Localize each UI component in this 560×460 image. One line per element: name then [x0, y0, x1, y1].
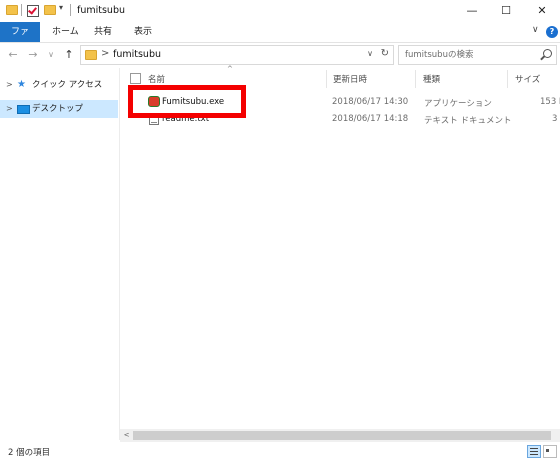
scrollbar-thumb[interactable] — [133, 431, 551, 440]
desktop-icon — [17, 105, 30, 114]
address-dropdown-icon[interactable]: ∨ — [367, 49, 373, 58]
close-button[interactable]: ✕ — [526, 0, 558, 22]
column-divider[interactable] — [415, 70, 416, 88]
help-icon[interactable]: ? — [546, 26, 558, 38]
chevron-right-icon[interactable]: > — [6, 76, 13, 94]
star-icon: ★ — [17, 79, 26, 90]
folder-icon — [6, 5, 18, 15]
properties-icon[interactable] — [27, 5, 39, 17]
item-count: 2 個の項目 — [8, 448, 51, 458]
horizontal-scrollbar[interactable]: < — [120, 429, 560, 442]
chevron-right-icon[interactable]: > — [6, 100, 13, 118]
recent-locations-button[interactable]: ∨ — [44, 46, 58, 64]
maximize-button[interactable]: ☐ — [490, 0, 522, 22]
column-divider[interactable] — [326, 70, 327, 88]
search-input[interactable] — [403, 47, 535, 63]
column-header-name[interactable]: 名前 — [148, 73, 165, 85]
expand-ribbon-chevron-icon[interactable]: ∨ — [532, 25, 539, 35]
status-bar: 2 個の項目 — [0, 442, 560, 460]
search-box[interactable] — [398, 45, 557, 65]
tab-view[interactable]: 表示 — [126, 22, 160, 42]
nav-item-label: クイック アクセス — [32, 80, 103, 90]
minimize-button[interactable]: — — [456, 0, 488, 22]
tab-home[interactable]: ホーム — [44, 22, 87, 42]
details-view-button[interactable] — [527, 445, 541, 458]
nav-item-label: デスクトップ — [32, 104, 84, 114]
nav-item-desktop[interactable]: > デスクトップ — [0, 100, 118, 118]
title-bar: ▾ fumitsubu — ☐ ✕ — [0, 0, 560, 22]
file-size: 153 K — [540, 97, 560, 107]
file-size: 3 K — [552, 114, 560, 124]
details-view-icon — [530, 448, 538, 449]
large-icons-view-button[interactable] — [543, 445, 557, 458]
address-bar[interactable]: > fumitsubu ∨ ↻ — [80, 45, 394, 65]
nav-item-quick-access[interactable]: > ★ クイック アクセス — [0, 76, 118, 94]
ribbon-tabs: ファイル ホーム 共有 表示 ∨ ? — [0, 22, 560, 57]
address-row: ← → ∨ ↑ > fumitsubu ∨ ↻ — [0, 43, 560, 67]
details-view-icon — [530, 451, 538, 452]
new-folder-icon[interactable] — [44, 5, 56, 15]
search-icon — [543, 49, 552, 58]
folder-icon — [85, 50, 97, 60]
separator — [21, 4, 22, 16]
file-type: アプリケーション — [424, 99, 492, 109]
up-button[interactable]: ↑ — [62, 46, 76, 64]
scroll-left-button[interactable]: < — [120, 429, 133, 442]
separator — [70, 4, 71, 16]
breadcrumb-separator: > — [101, 48, 110, 59]
column-header-size[interactable]: サイズ — [515, 73, 540, 85]
column-divider[interactable] — [507, 70, 508, 88]
tab-share[interactable]: 共有 — [86, 22, 120, 42]
window-title: fumitsubu — [77, 5, 126, 16]
sort-ascending-icon: ^ — [227, 65, 233, 73]
forward-button[interactable]: → — [26, 46, 40, 64]
customize-toolbar-chevron-icon[interactable]: ▾ — [59, 3, 63, 12]
large-icons-view-icon — [546, 449, 549, 452]
highlight-annotation-box — [128, 85, 246, 118]
column-header-modified[interactable]: 更新日時 — [333, 73, 367, 85]
details-view-icon — [530, 454, 538, 455]
refresh-button[interactable]: ↻ — [381, 48, 389, 59]
tab-file[interactable]: ファイル — [0, 22, 40, 57]
navigation-pane: > ★ クイック アクセス > デスクトップ — [0, 68, 120, 440]
select-all-checkbox[interactable] — [130, 73, 141, 84]
file-modified: 2018/06/17 14:18 — [332, 114, 409, 124]
breadcrumb-fumitsubu[interactable]: fumitsubu — [113, 49, 161, 60]
file-modified: 2018/06/17 14:30 — [332, 97, 409, 107]
column-header-type[interactable]: 種類 — [423, 73, 440, 85]
back-button[interactable]: ← — [6, 46, 20, 64]
file-type: テキスト ドキュメント — [424, 116, 512, 126]
